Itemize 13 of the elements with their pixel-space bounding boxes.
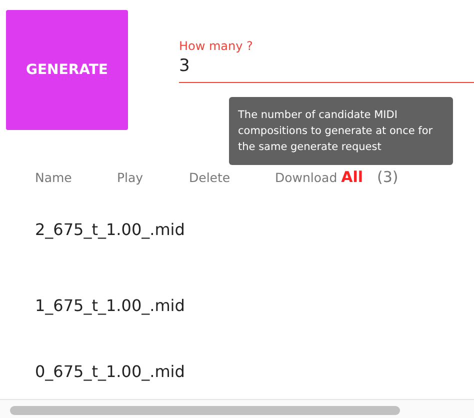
generate-button[interactable]: GENERATE [6,10,128,130]
field-label: How many ? [179,39,254,53]
tooltip: The number of candidate MIDI compositions to generate at once for the same generate request [229,97,453,165]
file-name: 0_675_t_1.00_.mid [35,362,185,380]
scrollbar-thumb[interactable] [10,406,400,415]
delete-column-header: Delete [189,170,232,185]
file-name: 2_675_t_1.00_.mid [35,220,185,239]
count-field[interactable]: 3 [179,56,474,83]
file-name: 1_675_t_1.00_.mid [35,296,185,314]
name-column-header: Name [35,170,73,185]
play-column-header: Play [117,170,144,185]
file-count: (3) [377,168,398,186]
download-all-link[interactable]: Download All [275,168,364,186]
